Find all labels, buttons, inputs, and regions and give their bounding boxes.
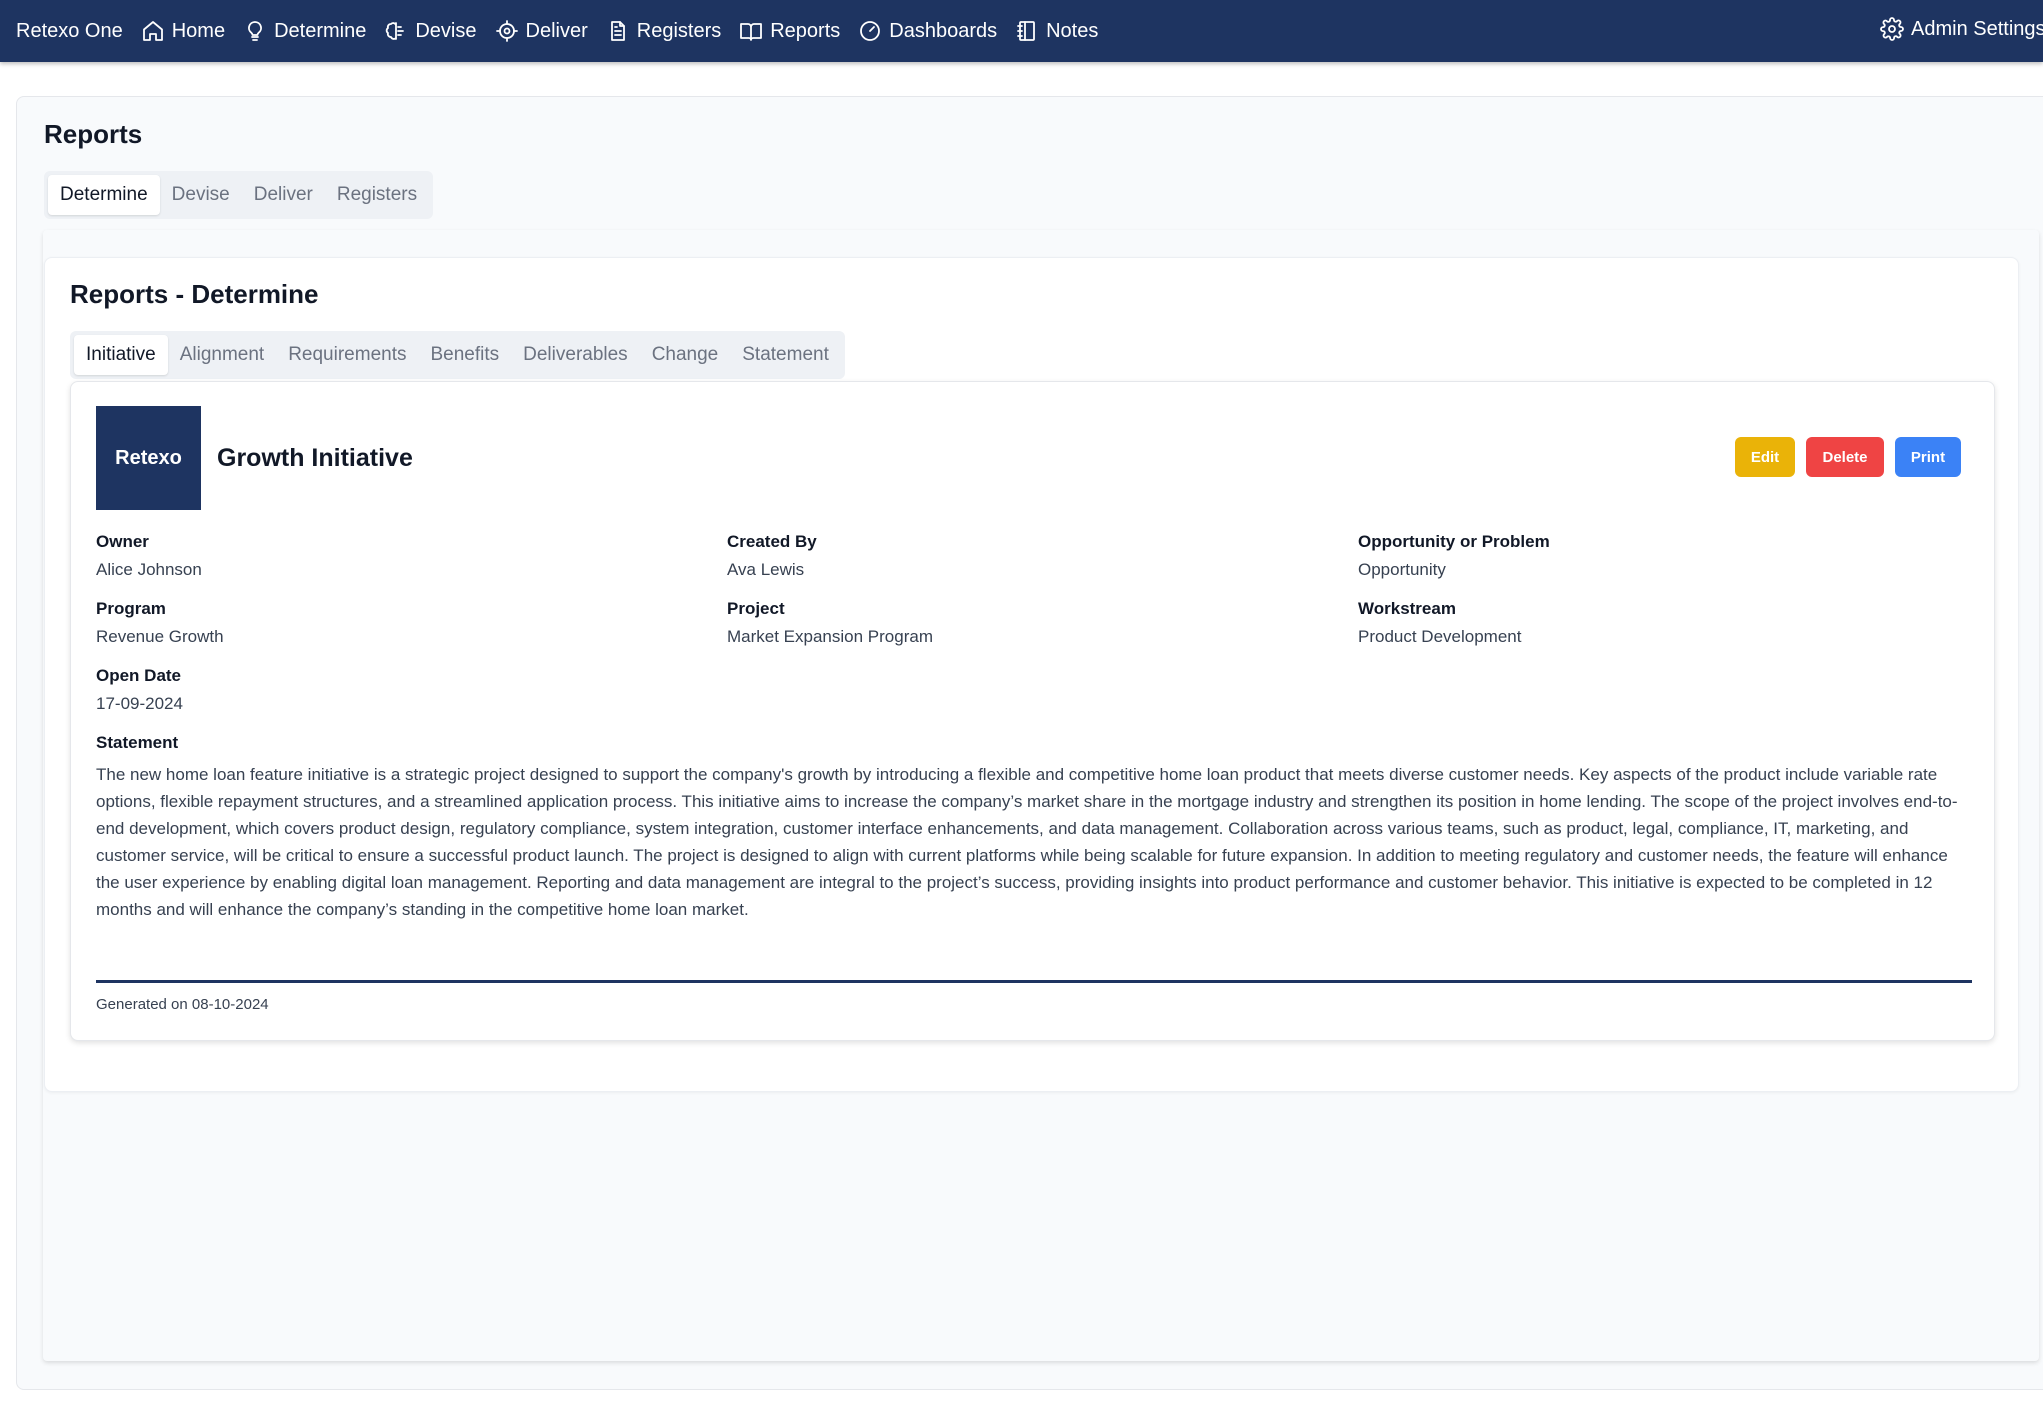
nav-item-home[interactable]: Home [141, 19, 225, 43]
tab-deliver[interactable]: Deliver [242, 175, 325, 215]
tab-deliverables[interactable]: Deliverables [511, 335, 640, 375]
nav-item-registers[interactable]: Registers [606, 19, 721, 43]
top-navigation-bar: Retexo One Home Determine Devise Deliver… [0, 0, 2043, 62]
tab-benefits[interactable]: Benefits [418, 335, 511, 375]
nav-item-deliver[interactable]: Deliver [495, 19, 588, 43]
program-field: Program Revenue Growth [96, 599, 224, 647]
opportunity-label: Opportunity or Problem [1358, 532, 1550, 551]
statement-label: Statement [96, 733, 179, 752]
tab-change[interactable]: Change [640, 335, 731, 375]
lightbulb-icon [248, 21, 263, 41]
nav-item-devise[interactable]: Devise [384, 19, 477, 43]
brain-icon [386, 22, 405, 40]
reports-tabs: Determine Devise Deliver Registers [44, 171, 434, 219]
tab-initiative[interactable]: Initiative [74, 335, 168, 375]
owner-label: Owner [96, 532, 149, 551]
determine-reports-card: Reports - Determine Initiative Alignment… [44, 257, 2019, 1092]
home-icon [142, 21, 163, 41]
project-label: Project [727, 599, 785, 618]
created-by-label: Created By [727, 532, 817, 551]
workstream-value: Product Development [1358, 627, 1522, 646]
project-value: Market Expansion Program [727, 627, 933, 646]
created-by-value: Ava Lewis [727, 560, 805, 579]
statement-field: Statement [96, 733, 178, 753]
nav-item-label: Determine [274, 19, 367, 42]
nav-item-label: Dashboards [889, 19, 998, 42]
print-button[interactable]: Print [1895, 437, 1961, 477]
nav-item-label: Reports [770, 19, 841, 42]
nav-item-reports[interactable]: Reports [739, 19, 840, 43]
book-open-icon [740, 23, 763, 41]
tab-requirements[interactable]: Requirements [276, 335, 418, 375]
footer-divider [96, 980, 1972, 983]
nav-item-notes[interactable]: Notes [1015, 19, 1098, 43]
tab-determine[interactable]: Determine [48, 175, 160, 215]
nav-item-label: Home [171, 19, 226, 42]
open-date-value: 17-09-2024 [96, 694, 183, 713]
tab-statement[interactable]: Statement [730, 335, 841, 375]
opportunity-field: Opportunity or Problem Opportunity [1358, 532, 1550, 580]
owner-field: Owner Alice Johnson [96, 532, 202, 580]
workstream-label: Workstream [1358, 599, 1456, 618]
page-title: Reports [44, 119, 143, 149]
nav-item-label: Admin Settings [1911, 17, 2043, 40]
nav-item-label: Deliver [525, 19, 588, 42]
workstream-field: Workstream Product Development [1358, 599, 1521, 647]
brand-link[interactable]: Retexo One [16, 20, 123, 43]
program-value: Revenue Growth [96, 627, 224, 646]
open-date-field: Open Date 17-09-2024 [96, 666, 183, 714]
report-title: Growth Initiative [217, 444, 413, 472]
nav-item-determine[interactable]: Determine [243, 19, 366, 43]
gear-icon [1880, 17, 1904, 41]
file-text-icon [610, 21, 625, 41]
retexo-logo: Retexo [96, 406, 201, 510]
nav-item-label: Devise [415, 19, 477, 42]
opportunity-value: Opportunity [1358, 560, 1446, 579]
nav-item-dashboards[interactable]: Dashboards [858, 19, 997, 43]
generated-date: Generated on 08-10-2024 [96, 996, 269, 1013]
created-by-field: Created By Ava Lewis [727, 532, 817, 580]
delete-button[interactable]: Delete [1806, 437, 1884, 477]
nav-item-admin-settings[interactable]: Admin Settings [1880, 17, 2043, 41]
edit-button[interactable]: Edit [1735, 437, 1795, 477]
tab-alignment[interactable]: Alignment [168, 335, 277, 375]
tab-devise[interactable]: Devise [160, 175, 242, 215]
open-date-label: Open Date [96, 666, 182, 685]
determine-report-tabs: Initiative Alignment Requirements Benefi… [70, 331, 845, 379]
gauge-icon [860, 21, 881, 41]
project-field: Project Market Expansion Program [727, 599, 933, 647]
section-title: Reports - Determine [70, 279, 319, 309]
owner-value: Alice Johnson [96, 560, 202, 579]
initiative-report: Retexo Growth Initiative Edit Delete Pri… [70, 381, 1995, 1041]
nav-item-label: Notes [1046, 19, 1099, 42]
tab-registers[interactable]: Registers [325, 175, 429, 215]
notebook-icon [1017, 21, 1036, 41]
statement-text: The new home loan feature initiative is … [96, 765, 1958, 919]
nav-item-label: Registers [636, 19, 722, 42]
target-icon [495, 20, 518, 42]
page-container: Reports Determine Devise Deliver Registe… [16, 96, 2043, 1390]
program-label: Program [96, 599, 166, 618]
